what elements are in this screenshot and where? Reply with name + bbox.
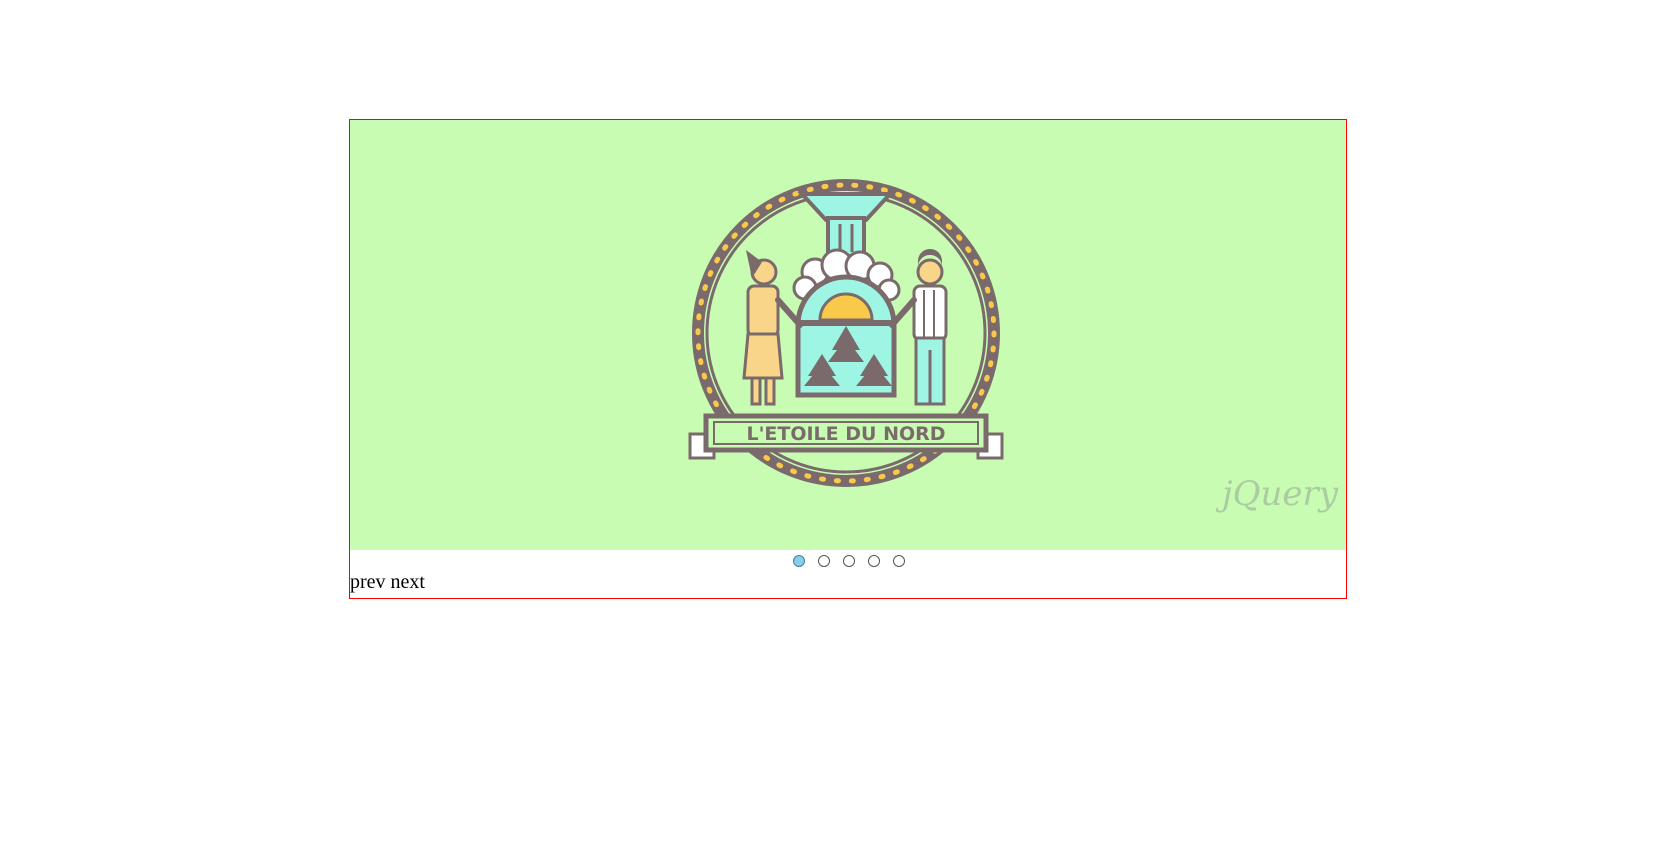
pagination-dots [350, 555, 1346, 567]
slider-controls: prev next [350, 570, 425, 594]
badge-text: L'ETOILE DU NORD [746, 423, 945, 445]
dot-2[interactable] [818, 555, 830, 567]
slide-image: L'ETOILE DU NORD jQuery [350, 120, 1346, 550]
dot-5[interactable] [893, 555, 905, 567]
dot-4[interactable] [868, 555, 880, 567]
dot-3[interactable] [843, 555, 855, 567]
dot-1[interactable] [793, 555, 805, 567]
next-button[interactable]: next [391, 571, 425, 593]
image-slider[interactable]: L'ETOILE DU NORD jQuery prev next [349, 119, 1347, 599]
watermark-logo: jQuery [1215, 474, 1339, 514]
prev-button[interactable]: prev [350, 571, 386, 593]
etoile-du-nord-illustration: L'ETOILE DU NORD jQuery [688, 179, 1339, 514]
